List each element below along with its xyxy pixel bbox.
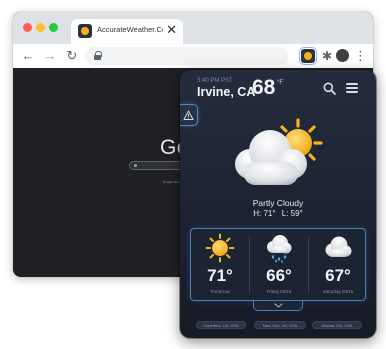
minimize-window-button[interactable] <box>36 23 45 32</box>
expand-forecast-button[interactable] <box>253 301 303 311</box>
forecast-day-label: Friday 03/15 <box>266 289 292 294</box>
extensions-puzzle-icon[interactable]: ✱ <box>320 48 334 64</box>
forecast-temperature: 66° <box>266 266 292 285</box>
lock-icon[interactable] <box>94 51 102 60</box>
reload-icon[interactable]: ↻ <box>63 47 81 65</box>
forecast-day-label: Tomorrow <box>210 289 230 294</box>
forecast-day[interactable]: 66° Friday 03/15 <box>250 229 308 300</box>
weather-condition: Partly Cloudy <box>252 198 304 208</box>
city-name[interactable]: Irvine, CA <box>197 85 255 99</box>
rain-cloud-icon <box>267 235 292 263</box>
current-time: 3:40 PM PST <box>197 78 233 84</box>
forecast-day-label: Saturday 03/16 <box>322 289 354 294</box>
saved-location-chip[interactable]: Atlanta, GA, USA <box>312 321 362 329</box>
forecast-day[interactable]: 71° Tomorrow <box>191 229 249 300</box>
high-low-temperature: H: 71° L: 59° <box>180 209 376 218</box>
forecast-temperature: 71° <box>207 266 233 285</box>
profile-avatar[interactable] <box>336 49 349 62</box>
forward-arrow-icon[interactable]: → <box>41 47 59 65</box>
current-temperature: 68 <box>252 76 276 99</box>
forecast-panel: 71° Tomorrow 66° Friday 03/15 67° Saturd… <box>190 228 366 301</box>
tab-close-icon[interactable]: ✕ <box>166 22 177 38</box>
browser-tab[interactable]: AccurateWeather.Com ✕ <box>71 19 183 44</box>
forecast-day[interactable]: 67° Saturday 03/16 <box>309 229 367 300</box>
weather-popup: 3:40 PM PST Irvine, CA 68 °F Partly Clou… <box>180 70 376 338</box>
saved-location-chip[interactable]: Cupertino, CA, USA <box>196 321 246 329</box>
search-icon[interactable] <box>323 82 336 95</box>
browser-titlebar: AccurateWeather.Com ✕ <box>13 12 373 44</box>
accurateweather-extension-icon[interactable] <box>299 47 317 65</box>
chevron-down-icon <box>274 303 283 308</box>
weather-alert-button[interactable] <box>180 104 198 126</box>
partly-cloudy-icon <box>235 118 323 185</box>
low-temperature: L: 59° <box>281 209 303 218</box>
saved-location-chip[interactable]: New York, NY, USA <box>254 321 306 329</box>
maximize-window-button[interactable] <box>49 23 58 32</box>
tab-title: AccurateWeather.Com <box>97 25 163 34</box>
close-window-button[interactable] <box>23 23 32 32</box>
high-temperature: H: 71° <box>253 209 276 218</box>
sun-icon <box>205 233 235 263</box>
alert-triangle-icon <box>183 110 194 120</box>
browser-menu-icon[interactable]: ⋮ <box>354 47 367 65</box>
browser-toolbar: ← → ↻ ✱ ⋮ <box>13 44 373 68</box>
forecast-temperature: 67° <box>325 266 351 285</box>
menu-icon[interactable] <box>346 83 358 93</box>
address-bar[interactable] <box>85 47 289 65</box>
back-arrow-icon[interactable]: ← <box>19 47 37 65</box>
accurateweather-favicon-icon <box>78 24 92 38</box>
temperature-unit[interactable]: °F <box>277 80 283 86</box>
cloud-icon <box>325 236 352 257</box>
search-icon <box>134 164 137 167</box>
